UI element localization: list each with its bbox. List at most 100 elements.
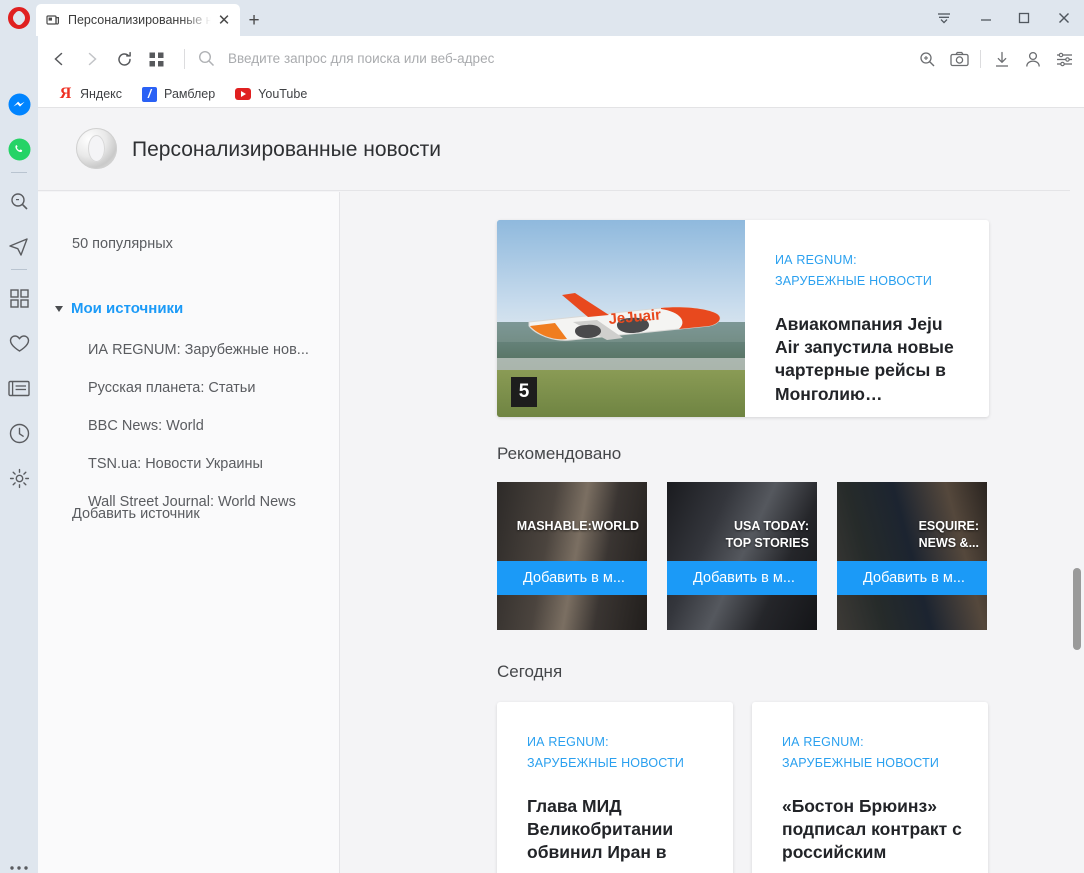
forward-button[interactable]	[78, 45, 106, 73]
opera-logo-icon[interactable]	[8, 7, 30, 29]
rail-divider-1	[11, 172, 27, 173]
today-heading: Сегодня	[497, 662, 563, 681]
sidebar-item-search[interactable]	[5, 187, 33, 215]
featured-article-image: JeJuair 5	[497, 220, 745, 417]
bookmark-label: Рамблер	[164, 87, 216, 101]
recommended-source-line1: ESQUIRE:	[918, 519, 979, 533]
recommended-card-image	[667, 482, 817, 630]
source-item[interactable]: Русская планета: Статьи	[88, 380, 340, 396]
source-item[interactable]: TSN.ua: Новости Украины	[88, 456, 340, 472]
minimize-icon[interactable]	[972, 6, 1000, 30]
recommended-heading: Рекомендовано	[497, 444, 622, 463]
scrollbar-thumb[interactable]	[1073, 568, 1081, 650]
profile-icon[interactable]	[1020, 46, 1046, 72]
article-source-line2: ЗАРУБЕЖНЫЕ НОВОСТИ	[527, 755, 685, 770]
opera-ring-logo-icon	[76, 128, 117, 169]
opera-browser-window: Персонализированные но ✕ + Введите запро…	[0, 0, 1084, 873]
article-source-line1: ИА REGNUM:	[775, 253, 857, 267]
recommended-card-image	[837, 482, 987, 630]
article-source: ИА REGNUM: ЗАРУБЕЖНЫЕ НОВОСТИ	[775, 250, 965, 291]
bookmark-label: Яндекс	[80, 87, 123, 101]
close-window-icon[interactable]	[1050, 6, 1078, 30]
downloads-icon[interactable]	[989, 46, 1015, 72]
my-sources-group-header[interactable]: Мои источники	[55, 300, 184, 317]
today-article-title: «Бостон Брюинз» подписал контракт с росс…	[782, 796, 962, 863]
snapshot-camera-icon[interactable]	[946, 46, 972, 72]
sidebar-item-messenger[interactable]	[5, 90, 33, 118]
article-source-line1: ИА REGNUM:	[782, 735, 864, 749]
recommended-card[interactable]: MASHABLE:WORLD Добавить в м...	[497, 482, 647, 630]
featured-article-title: Авиакомпания Jeju Air запустила новые ча…	[775, 314, 954, 404]
sidebar-item-whatsapp[interactable]	[5, 135, 33, 163]
add-to-my-sources-button[interactable]: Добавить в м...	[837, 561, 987, 595]
recommended-card[interactable]: USA TODAY: TOP STORIES Добавить в м...	[667, 482, 817, 630]
sidebar-item-settings[interactable]	[5, 464, 33, 492]
bookmark-rambler[interactable]: / Рамблер	[142, 86, 216, 102]
my-sources-label: Мои источники	[71, 300, 184, 317]
bookmark-youtube[interactable]: YouTube	[235, 87, 307, 101]
address-search-icon	[198, 50, 215, 72]
add-source-link[interactable]: Добавить источник	[72, 506, 200, 522]
address-bar-input[interactable]: Введите запрос для поиска или веб-адрес	[228, 51, 494, 66]
today-article-card[interactable]: ИА REGNUM: ЗАРУБЕЖНЫЕ НОВОСТИ «Бостон Бр…	[752, 702, 988, 873]
airplane-illustration: JeJuair	[528, 293, 721, 341]
article-source-line2: ЗАРУБЕЖНЫЕ НОВОСТИ	[775, 273, 933, 288]
recommended-source-line2: TOP STORIES	[725, 535, 809, 550]
add-to-my-sources-button[interactable]: Добавить в м...	[667, 561, 817, 595]
rambler-icon: /	[142, 86, 158, 102]
chevron-down-icon	[55, 305, 63, 312]
article-source: ИА REGNUM: ЗАРУБЕЖНЫЕ НОВОСТИ	[527, 732, 707, 773]
sidebar-item-favorites[interactable]	[5, 329, 33, 357]
recommended-row: MASHABLE:WORLD Добавить в м... USA TODAY…	[497, 482, 997, 630]
recommended-source-name: ESQUIRE: NEWS &...	[837, 518, 979, 552]
recommended-card[interactable]: ESQUIRE: NEWS &... Добавить в м...	[837, 482, 987, 630]
recommended-source-line1: USA TODAY:	[733, 519, 809, 533]
featured-article-card[interactable]: JeJuair 5 ИА REGNUM: ЗАРУБЕЖНЫЕ НОВОСТИ …	[497, 220, 989, 417]
tab-close-icon[interactable]: ✕	[214, 10, 234, 30]
rail-divider-2	[11, 269, 27, 270]
reload-button[interactable]	[110, 45, 138, 73]
page-title: Персонализированные новости	[132, 138, 441, 161]
yandex-icon: Я	[59, 85, 72, 102]
speed-dial-button[interactable]	[142, 45, 170, 73]
page-scrollbar[interactable]	[1070, 108, 1084, 873]
recommended-source-line2: NEWS &...	[918, 535, 979, 550]
browser-tab[interactable]: Персонализированные но ✕	[36, 4, 240, 36]
featured-article-text: ИА REGNUM: ЗАРУБЕЖНЫЕ НОВОСТИ Авиакомпан…	[745, 220, 989, 417]
tab-title: Персонализированные но	[68, 13, 214, 27]
recommended-card-image	[497, 482, 647, 630]
recommended-source-name: USA TODAY: TOP STORIES	[667, 518, 809, 552]
maximize-icon[interactable]	[1010, 6, 1038, 30]
tab-menu-icon[interactable]	[930, 6, 958, 30]
sidebar-item-news[interactable]	[5, 374, 33, 402]
sidebar-more-icon[interactable]	[5, 854, 33, 873]
toolbar-right-divider	[980, 50, 981, 68]
sidebar-item-history[interactable]	[5, 419, 33, 447]
easy-setup-icon[interactable]	[1051, 46, 1077, 72]
source-item[interactable]: ИА REGNUM: Зарубежные нов...	[88, 342, 340, 358]
toolbar-divider	[184, 49, 185, 69]
add-to-my-sources-button[interactable]: Добавить в м...	[497, 561, 647, 595]
bookmark-yandex[interactable]: Я Яндекс	[58, 86, 122, 102]
sidebar-item-telegram[interactable]	[5, 232, 33, 260]
youtube-icon	[235, 88, 252, 100]
news-content: JeJuair 5 ИА REGNUM: ЗАРУБЕЖНЫЕ НОВОСТИ …	[341, 192, 1084, 873]
today-article-title: Глава МИД Великобритании обвинил Иран в	[527, 796, 674, 863]
back-button[interactable]	[45, 45, 73, 73]
title-bar: Персонализированные но ✕ +	[0, 0, 1084, 36]
source-item[interactable]: BBC News: World	[88, 418, 340, 434]
zoom-icon[interactable]	[914, 46, 940, 72]
image-badge: 5	[511, 377, 537, 407]
bookmark-label: YouTube	[258, 87, 308, 101]
bookmarks-bar: Я Яндекс / Рамблер YouTube	[38, 80, 307, 108]
recommended-source-name: MASHABLE:WORLD	[516, 519, 639, 533]
today-article-card[interactable]: ИА REGNUM: ЗАРУБЕЖНЫЕ НОВОСТИ Глава МИД …	[497, 702, 733, 873]
popular-link[interactable]: 50 популярных	[72, 236, 173, 252]
news-favicon-icon	[46, 13, 60, 27]
sidebar-item-speed-dial[interactable]	[5, 284, 33, 312]
new-tab-button[interactable]: +	[241, 8, 267, 32]
article-source-line1: ИА REGNUM:	[527, 735, 609, 749]
news-sources-panel: 50 популярных Мои источники ИА REGNUM: З…	[38, 192, 340, 873]
sidebar-rail	[0, 36, 38, 873]
news-page: Персонализированные новости 50 популярны…	[38, 108, 1084, 873]
